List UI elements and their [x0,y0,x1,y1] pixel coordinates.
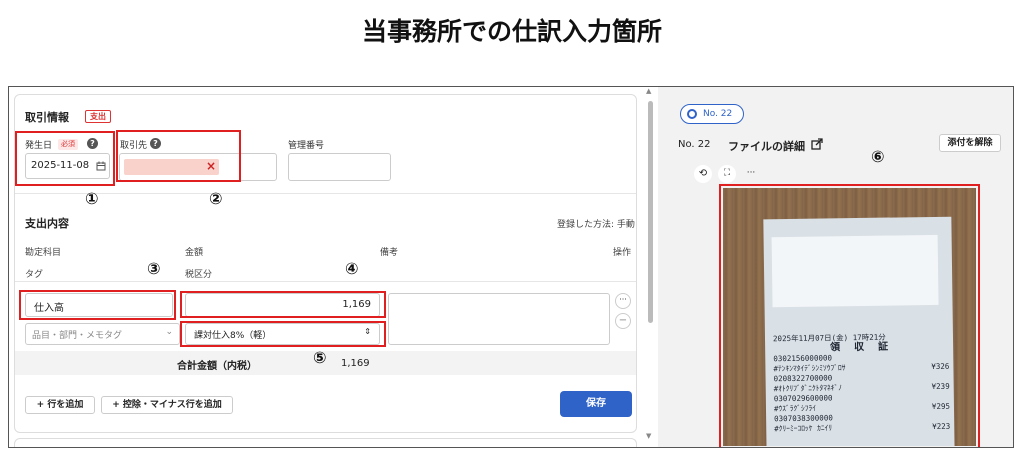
annotation-5: ⑤ [313,348,327,367]
scrollbar-thumb[interactable] [648,101,653,323]
tag-select[interactable]: 品目・部門・メモタグ ⌄ [25,323,180,345]
annotation-4: ④ [345,259,359,278]
chevron-down-icon: ⌄ [165,327,173,337]
highlight-amount [180,291,386,318]
highlight-date [15,131,115,186]
add-deduction-button[interactable]: + 控除・マイナス行を追加 [101,396,233,414]
expense-section-title: 支出内容 [25,217,69,230]
total-value: 1,169 [341,358,370,369]
entry-panel: 取引情報 支出 発生日 必須 ? 2025-11-08 取引先 ? × 管理番号 [11,91,641,447]
fullscreen-icon[interactable]: ⛶ [718,165,736,183]
scroll-up-icon[interactable]: ▲ [646,87,651,95]
detail-number: No. 22 [678,139,711,150]
highlight-partner [116,130,241,182]
more-button[interactable]: ··· [615,293,631,309]
file-tab[interactable]: No. 22 [680,104,744,124]
memo-textarea[interactable] [388,293,610,345]
add-row-button[interactable]: + 行を追加 [25,396,95,414]
transaction-card: 取引情報 支出 発生日 必須 ? 2025-11-08 取引先 ? × 管理番号 [14,94,637,433]
header-memo: 備考 [380,248,399,258]
mgmt-label: 管理番号 [288,141,325,151]
type-badge: 支出 [85,110,111,123]
file-panel: No. 22 No. 22 ファイルの詳細 添付を解除 ⑥ ⟲ ⛶ ··· 20… [658,87,1013,447]
highlight-tax [180,321,386,347]
highlight-receipt [719,184,980,447]
header-tax: 税区分 [185,270,213,280]
file-tab-label: No. 22 [703,109,733,119]
header-action: 操作 [613,248,632,258]
plus-icon: + [36,400,48,410]
add-deduction-label: 控除・マイナス行を追加 [122,400,222,410]
annotation-6: ⑥ [871,147,885,166]
more-icon[interactable]: ··· [742,165,760,183]
header-account: 勘定科目 [25,248,62,258]
annotation-3: ③ [147,259,161,278]
radio-icon [687,109,697,119]
mgmt-number-input[interactable] [288,153,391,181]
remove-row-button[interactable]: − [615,313,631,329]
save-button[interactable]: 保存 [560,391,632,417]
transaction-section-title: 取引情報 [25,111,69,124]
divider [15,281,636,282]
header-tag: タグ [25,270,44,280]
detach-button[interactable]: 添付を解除 [939,134,1001,152]
app-window: 取引情報 支出 発生日 必須 ? 2025-11-08 取引先 ? × 管理番号 [8,86,1014,448]
add-row-label: 行を追加 [47,400,84,410]
tag-placeholder: 品目・部門・メモタグ [32,331,123,341]
divider [15,193,636,194]
page-heading: 当事務所での仕訳入力箇所 [361,17,662,46]
detail-title: ファイルの詳細 [728,140,805,153]
total-label: 合計金額（内税） [177,361,257,372]
plus-icon: + [112,400,123,410]
annotation-1: ① [85,189,99,208]
annotation-2: ② [209,189,223,208]
header-amount: 金額 [185,248,204,258]
rotate-icon[interactable]: ⟲ [694,165,712,183]
registered-method: 登録した方法: 手動 [557,220,635,230]
scroll-down-icon[interactable]: ▼ [646,432,651,440]
highlight-account [19,290,176,320]
external-link-icon[interactable] [811,138,823,150]
next-card [14,438,637,447]
